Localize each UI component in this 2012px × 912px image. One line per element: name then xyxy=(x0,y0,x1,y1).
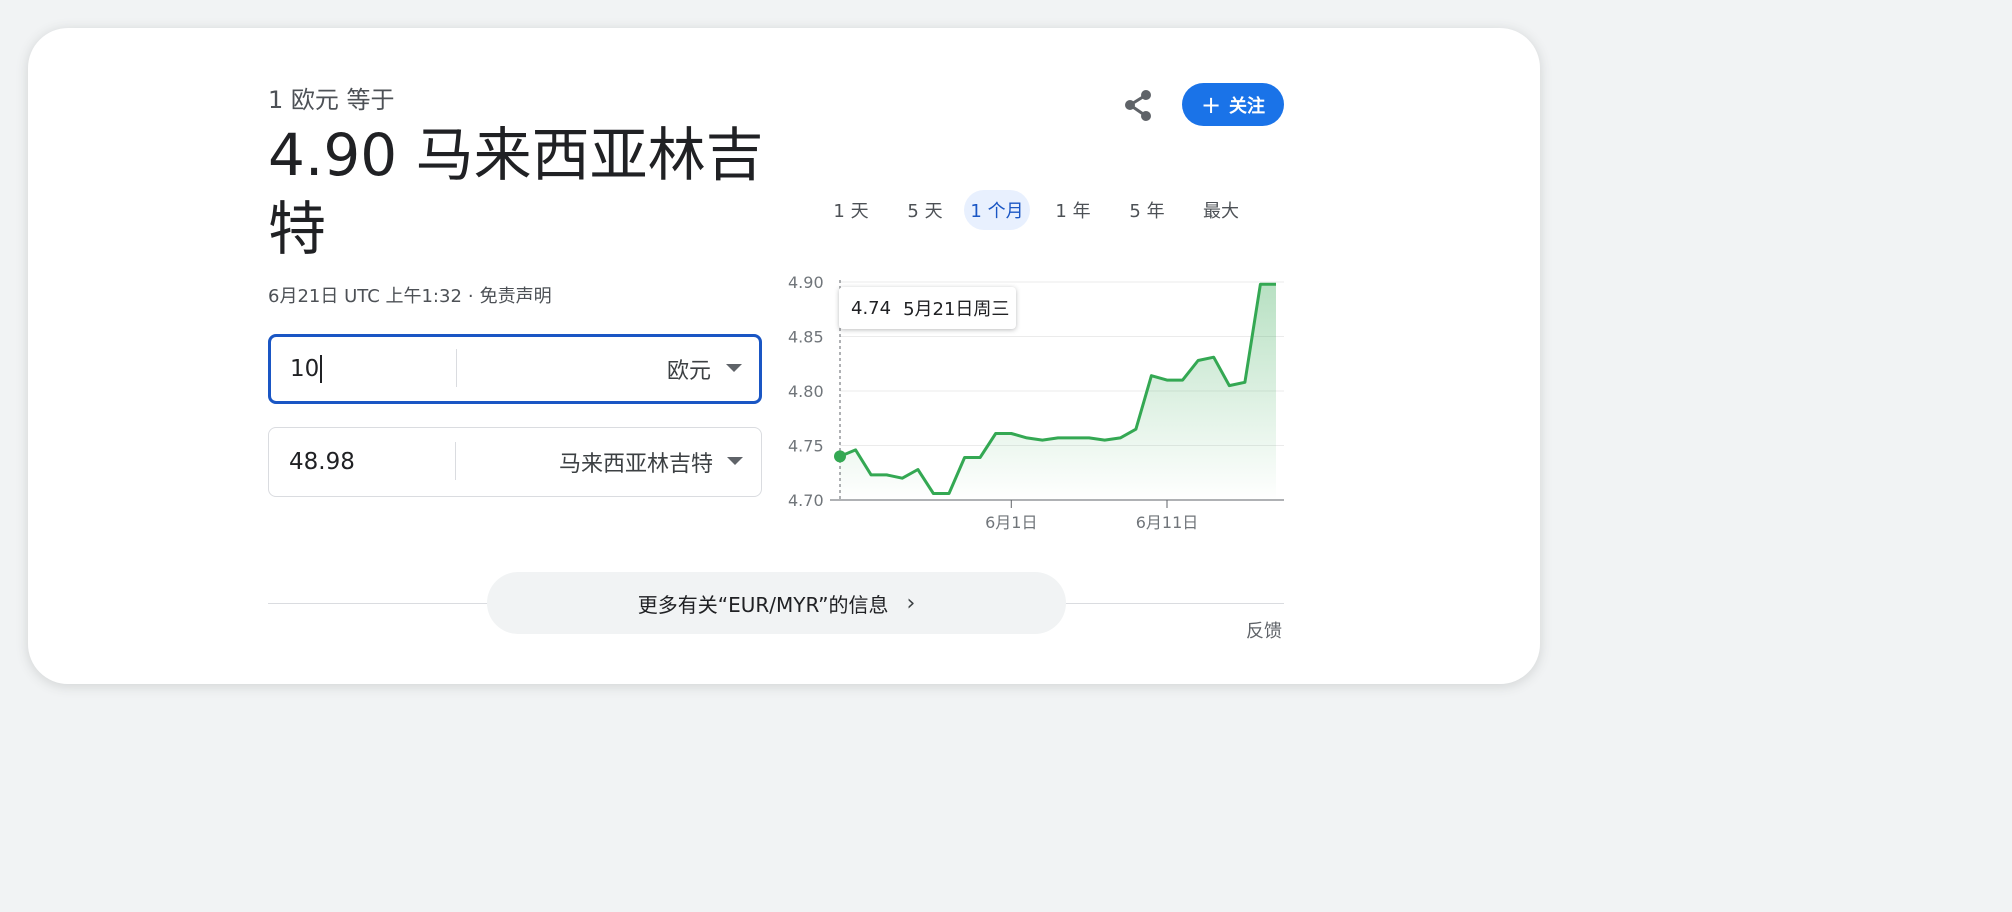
divider-line xyxy=(1065,603,1284,604)
range-tab[interactable]: 最大 xyxy=(1188,190,1254,230)
chart-tooltip: 4.74 5月21日周三 xyxy=(839,287,1016,329)
highlight-point xyxy=(834,450,846,463)
dropdown-arrow-icon[interactable] xyxy=(726,364,742,372)
follow-button[interactable]: + 关注 xyxy=(1182,83,1284,126)
y-tick-label: 4.75 xyxy=(788,437,824,456)
plus-icon: + xyxy=(1200,90,1222,119)
y-tick-label: 4.70 xyxy=(788,491,824,510)
range-tab[interactable]: 1 天 xyxy=(818,190,884,230)
rate-meta: 6月21日 UTC 上午1:32 · 免责声明 xyxy=(268,282,552,308)
divider-line xyxy=(268,603,488,604)
feedback-link[interactable]: 反馈 xyxy=(1246,617,1282,643)
meta-separator: · xyxy=(467,286,474,307)
more-info-button[interactable]: 更多有关“EUR/MYR”的信息 › xyxy=(487,572,1066,634)
disclaimer-link[interactable]: 免责声明 xyxy=(480,286,552,307)
range-tabs: 1 天5 天1 个月 1 年5 年最大 xyxy=(818,190,1258,230)
tooltip-value: 4.74 xyxy=(851,297,892,319)
to-converter: 48.98 马来西亚林吉特 xyxy=(268,427,762,497)
rate-lead: 1 欧元 等于 xyxy=(268,86,395,114)
x-tick-label: 6月1日 xyxy=(985,513,1037,532)
dropdown-arrow-icon[interactable] xyxy=(727,457,743,465)
range-tab[interactable]: 1 年 xyxy=(1040,190,1106,230)
share-icon[interactable] xyxy=(1120,88,1156,124)
field-divider xyxy=(455,442,456,480)
y-tick-label: 4.85 xyxy=(788,328,824,347)
range-tab[interactable]: 5 年 xyxy=(1114,190,1180,230)
field-divider xyxy=(456,349,457,387)
y-tick-label: 4.80 xyxy=(788,382,824,401)
from-converter: 10 欧元 xyxy=(268,334,762,404)
from-currency-select[interactable]: 欧元 xyxy=(667,337,711,401)
y-tick-label: 4.90 xyxy=(788,273,824,292)
more-info-label: 更多有关“EUR/MYR”的信息 xyxy=(637,592,889,617)
timestamp: 6月21日 UTC 上午1:32 xyxy=(268,286,462,307)
from-amount-value: 10 xyxy=(290,356,320,382)
range-tab[interactable]: 1 个月 xyxy=(964,190,1030,230)
chevron-right-icon: › xyxy=(906,590,916,616)
follow-label: 关注 xyxy=(1229,95,1266,117)
from-amount-input[interactable]: 10 xyxy=(290,337,323,401)
range-tab[interactable]: 5 天 xyxy=(892,190,958,230)
to-currency-select[interactable]: 马来西亚林吉特 xyxy=(559,428,713,496)
rate-value: 4.90 马来西亚林吉特 xyxy=(268,121,764,263)
x-tick-label: 6月11日 xyxy=(1136,513,1199,532)
tooltip-date: 5月21日周三 xyxy=(903,299,1010,320)
text-cursor xyxy=(320,355,323,383)
to-amount-input[interactable]: 48.98 xyxy=(289,428,355,496)
